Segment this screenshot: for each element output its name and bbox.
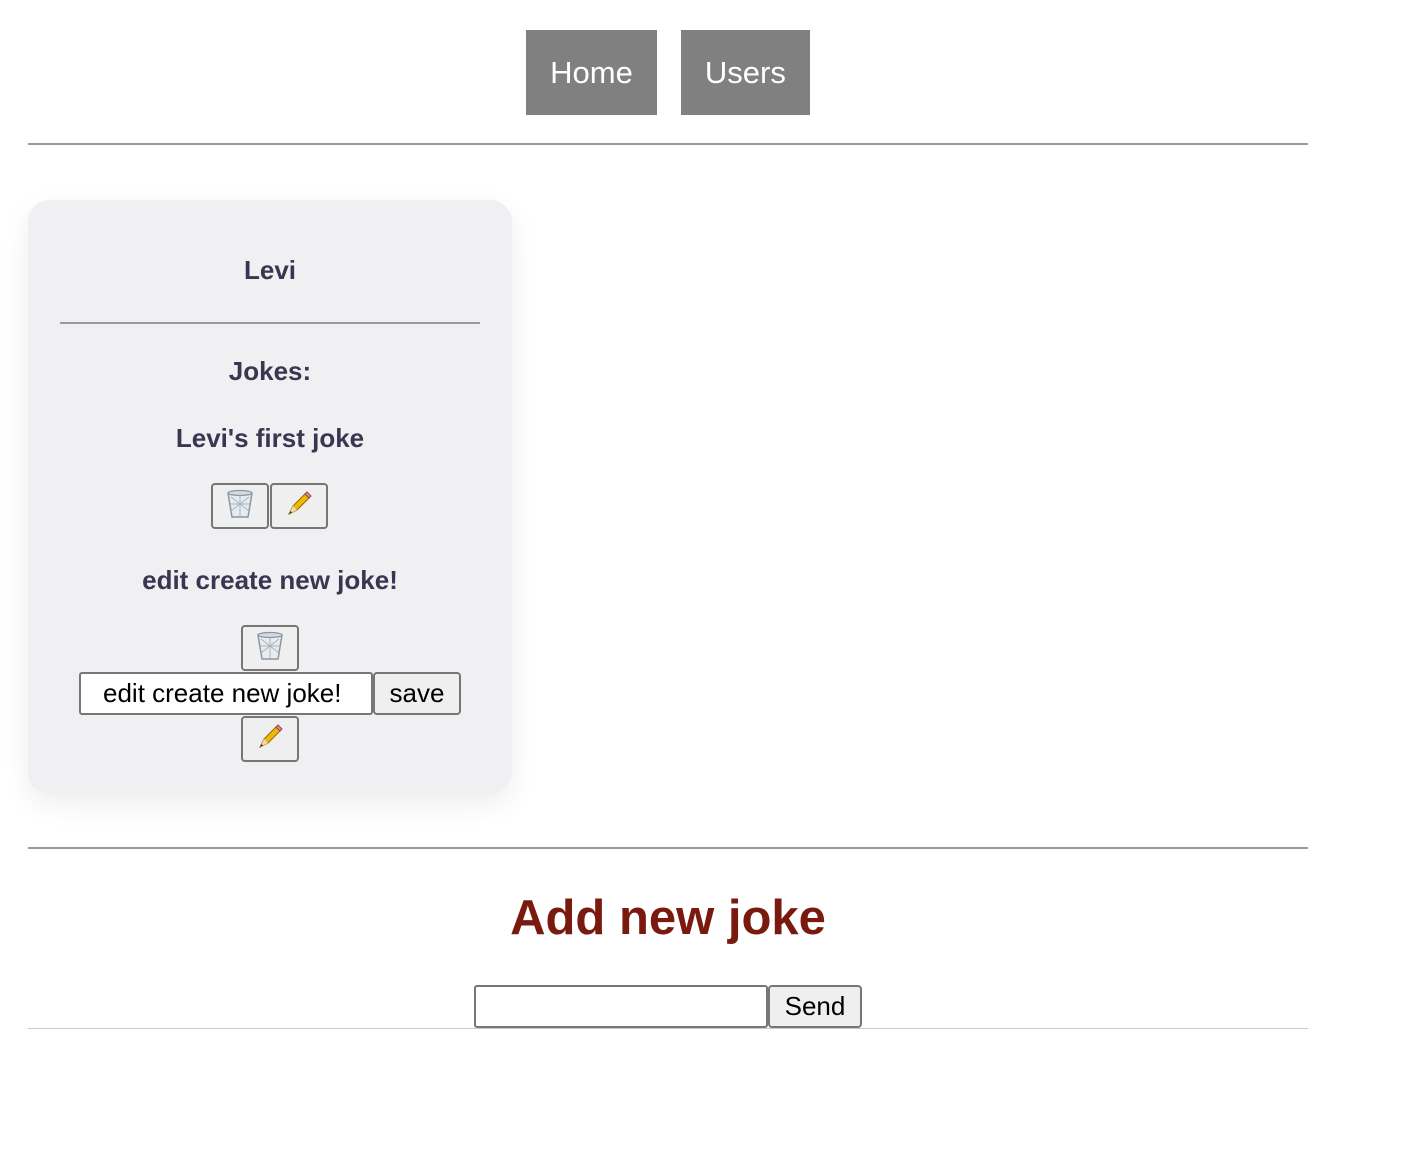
bottom-divider xyxy=(28,1028,1308,1029)
pencil-icon xyxy=(256,723,284,756)
save-button[interactable]: save xyxy=(373,672,461,715)
joke-text: Levi's first joke xyxy=(175,423,365,453)
send-button[interactable]: Send xyxy=(768,985,862,1028)
pencil-icon xyxy=(285,490,313,523)
delete-joke-button[interactable] xyxy=(241,625,299,671)
trash-icon xyxy=(226,489,254,524)
edit-joke-button[interactable] xyxy=(270,483,328,529)
edit-joke-button[interactable] xyxy=(241,716,299,762)
trash-icon xyxy=(256,631,284,666)
users-nav-button[interactable]: Users xyxy=(680,30,810,115)
user-name: Levi xyxy=(243,255,297,285)
add-joke-title: Add new joke xyxy=(510,891,826,945)
top-divider xyxy=(28,143,1308,145)
new-joke-input[interactable] xyxy=(474,985,768,1028)
joke-text: edit create new joke! xyxy=(142,565,398,595)
edit-joke-input[interactable]: edit create new joke! xyxy=(79,672,373,715)
jokes-heading: Jokes: xyxy=(228,356,312,386)
card-divider xyxy=(60,322,480,324)
delete-joke-button[interactable] xyxy=(211,483,269,529)
user-card: Levi Jokes: Levi's first joke edit creat… xyxy=(28,200,512,794)
middle-divider xyxy=(28,847,1308,849)
nav-bar: Home Users xyxy=(0,30,1336,115)
home-nav-button[interactable]: Home xyxy=(526,30,657,115)
